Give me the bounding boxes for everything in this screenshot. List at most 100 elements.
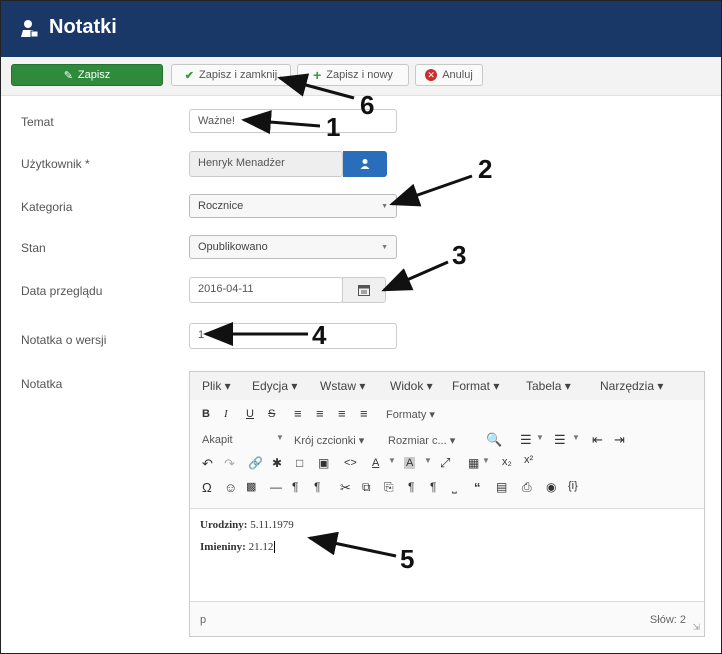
formats-dropdown[interactable]: Formaty ▾ [386,408,435,421]
annotation-number-1: 1 [326,112,341,142]
nameday-label: Imieniny: [200,541,246,553]
menu-tools[interactable]: Narzędzia ▾ [600,379,663,393]
indent-icon[interactable]: ⇥ [614,432,625,448]
bullet-list-icon[interactable]: ☰ [520,432,532,448]
chevron-down-icon[interactable]: ▼ [424,456,432,465]
print-icon[interactable]: ⎙ [522,480,532,495]
align-center-icon[interactable]: ≡ [316,406,324,421]
nonbreaking-icon[interactable]: ⎵ [452,480,457,495]
paste-icon[interactable]: ⎘ [384,480,394,495]
align-left-icon[interactable]: ≡ [294,406,302,421]
editor-menubar: Plik ▾ Edycja ▾ Wstaw ▾ Widok ▾ Format ▾… [190,372,704,401]
save-and-close-button[interactable]: ✔ Zapisz i zamknij [171,64,291,86]
chevron-down-icon[interactable]: ▼ [536,433,544,442]
font-size-select[interactable]: Rozmiar c... ▾ [388,434,455,447]
superscript-icon[interactable]: x² [524,454,533,466]
outdent-icon[interactable]: ⇤ [592,432,603,448]
copy-icon[interactable]: ⧉ [362,480,371,495]
annotation-number-2: 2 [478,154,493,184]
chevron-down-icon: ▼ [381,244,388,251]
text-color-icon[interactable]: A [372,457,379,469]
chevron-down-icon: ▼ [276,433,284,442]
italic-icon[interactable]: I [224,408,228,420]
chevron-down-icon[interactable]: ▼ [388,456,396,465]
image-icon[interactable]: ▣ [318,456,329,470]
birthday-label: Urodziny: [200,519,248,531]
calendar-button[interactable] [342,277,386,303]
show-blocks-icon[interactable]: ¶ [408,480,414,494]
state-label: Stan [21,241,46,255]
link-icon[interactable]: 🔗 [248,456,263,470]
category-select[interactable]: Rocznice ▼ [189,194,397,218]
align-justify-icon[interactable]: ≡ [360,406,368,421]
content-line-nameday: Imieniny: 21.12 [200,536,294,558]
omega-icon[interactable]: Ω [202,480,212,495]
numbered-list-icon[interactable]: ☰ [554,432,566,448]
review-date-input[interactable]: 2016-04-11 [189,277,343,303]
save-button[interactable]: ✎ Zapisz [11,64,163,86]
table-icon[interactable]: ▦ [468,456,479,470]
find-replace-icon[interactable]: 🔍 [486,432,502,448]
fullscreen-icon[interactable]: ⤢ [440,455,450,471]
text-cursor [274,541,276,553]
select-user-button[interactable] [343,151,387,177]
align-right-icon[interactable]: ≡ [338,406,346,421]
nameday-value: 21.12 [245,541,274,553]
menu-edit[interactable]: Edycja ▾ [252,379,297,393]
rtl-icon[interactable]: ¶ [314,480,320,494]
editor-toolbar: B I U S ≡ ≡ ≡ ≡ Formaty ▾ Akapit ▼ Krój … [190,400,704,509]
bold-icon[interactable]: B [202,408,210,420]
menu-file[interactable]: Plik ▾ [202,379,231,393]
unlink-icon[interactable]: ✱ [272,456,282,470]
media-icon[interactable]: ▩ [246,480,256,493]
subscript-icon[interactable]: x₂ [502,456,512,468]
paragraph-select[interactable]: Akapit [202,434,233,446]
strikethrough-icon[interactable]: S [268,408,275,420]
chevron-down-icon: ▼ [381,203,388,210]
menu-view[interactable]: Widok ▾ [390,379,433,393]
resize-handle-icon[interactable]: ⇲ [692,622,700,633]
state-select[interactable]: Opublikowano ▼ [189,235,397,259]
plus-icon: + [313,67,322,83]
cancel-button[interactable]: ✕ Anuluj [415,64,483,86]
preview-icon[interactable]: ◉ [546,480,556,494]
ltr-icon[interactable]: ¶ [292,480,298,494]
note-label: Notatka [21,377,63,391]
review-date-label: Data przeglądu [21,284,103,298]
subject-label: Temat [21,115,54,129]
annotation-number-4: 4 [312,320,327,350]
horizontal-rule-icon[interactable]: — [270,480,282,494]
bookmark-icon[interactable]: □ [296,456,303,470]
annotation-number-6: 6 [360,90,375,120]
menu-table[interactable]: Tabela ▾ [526,379,571,393]
check-icon: ✔ [184,69,194,82]
content-line-birthday: Urodziny: 5.11.1979 [200,514,294,536]
category-label: Kategoria [21,200,73,214]
state-value: Opublikowano [198,241,268,253]
version-note-input[interactable]: 1 [189,323,397,349]
user-label: Użytkownik * [21,157,90,171]
birthday-value: 5.11.1979 [247,519,294,531]
save-and-new-button[interactable]: + Zapisz i nowy [297,64,409,86]
editor-content[interactable]: Urodziny: 5.11.1979 Imieniny: 21.12 [200,514,294,558]
redo-icon[interactable]: ↷ [224,456,235,472]
cut-icon[interactable]: ✂ [340,480,351,496]
editor-statusbar: p Słów: 2 ⇲ [190,601,704,636]
user-icon [360,159,370,169]
emoticon-icon[interactable]: ☺ [224,480,237,495]
chevron-down-icon[interactable]: ▼ [572,433,580,442]
chevron-down-icon[interactable]: ▼ [482,456,490,465]
code-sample-icon[interactable]: {i} [568,480,578,492]
font-family-select[interactable]: Krój czcionki ▾ [294,434,364,447]
show-invisibles-icon[interactable]: ¶ [430,480,436,494]
blockquote-icon[interactable]: “ [474,480,481,495]
code-icon[interactable]: <> [344,457,357,469]
background-color-icon[interactable]: A [404,457,416,469]
template-icon[interactable]: ▤ [496,480,507,494]
menu-insert[interactable]: Wstaw ▾ [320,379,365,393]
page-title: Notatki [49,16,117,38]
undo-icon[interactable]: ↶ [202,456,213,472]
annotation-number-3: 3 [452,240,467,270]
underline-icon[interactable]: U [246,408,254,420]
menu-format[interactable]: Format ▾ [452,379,499,393]
